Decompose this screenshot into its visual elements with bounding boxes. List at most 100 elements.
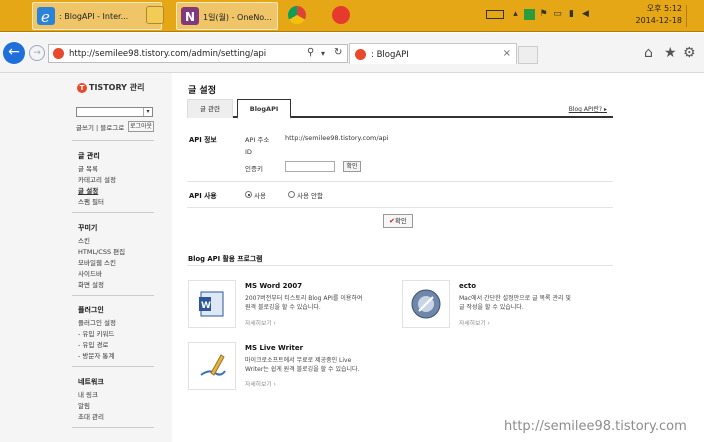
api-address-value: http://semilee98.tistory.com/api bbox=[285, 134, 389, 142]
network-icon[interactable]: ▮ bbox=[566, 9, 577, 20]
search-icon[interactable]: ⚲ bbox=[307, 47, 314, 58]
back-button[interactable]: ← bbox=[3, 42, 25, 64]
sidebar-item-sidebar[interactable]: 사이드바 bbox=[78, 268, 102, 278]
forward-button[interactable]: → bbox=[29, 45, 45, 61]
blog-api-help-link[interactable]: Blog API란? ▸ bbox=[569, 104, 607, 113]
app-tray-icon[interactable] bbox=[524, 9, 535, 20]
svg-text:N: N bbox=[185, 10, 195, 24]
api-use-off-radio[interactable] bbox=[288, 191, 295, 198]
program-more-link[interactable]: 자세히보기 › bbox=[459, 318, 490, 327]
confirm-button[interactable]: ✔확인 bbox=[383, 214, 413, 228]
sidebar-item-referrers[interactable]: - 유입 경로 bbox=[78, 339, 108, 349]
confirm-label: 확인 bbox=[394, 217, 407, 225]
ms-word-icon[interactable]: W bbox=[188, 280, 236, 328]
main-content: 글 설정 글 관련 BlogAPI Blog API란? ▸ API 정보 AP… bbox=[172, 73, 704, 442]
sidebar-item-html-css[interactable]: HTML/CSS 편집 bbox=[78, 246, 125, 256]
dropdown-icon[interactable]: ▾ bbox=[321, 49, 325, 58]
keyboard-icon[interactable] bbox=[486, 10, 504, 19]
taskbar-button-label: : BlogAPI - Inter... bbox=[59, 12, 129, 21]
tab-blogapi[interactable]: BlogAPI bbox=[237, 99, 291, 119]
sidebar-item-invites[interactable]: 초대 관리 bbox=[78, 411, 104, 421]
taskbar-button-explorer[interactable] bbox=[142, 2, 172, 30]
sidebar-item-visitor-stats[interactable]: - 방문자 통계 bbox=[78, 350, 114, 360]
file-explorer-icon bbox=[146, 6, 164, 24]
address-bar[interactable]: http://semilee98.tistory.com/admin/setti… bbox=[48, 44, 348, 63]
taskbar-button-camera[interactable] bbox=[328, 2, 356, 30]
sidebar-item-category[interactable]: 카테고리 설정 bbox=[78, 174, 116, 184]
sidebar-divider bbox=[72, 366, 154, 367]
sidebar-item-my-links[interactable]: 내 링크 bbox=[78, 389, 98, 399]
watermark-text: http://semilee98.tistory.com bbox=[504, 419, 687, 434]
tray-arrow-icon[interactable]: ▴ bbox=[510, 9, 521, 20]
sidebar-item-skin[interactable]: 스킨 bbox=[78, 235, 90, 245]
api-use-on-radio[interactable] bbox=[245, 191, 252, 198]
program-description: Mac에서 간단한 설정만으로 글 목록 관리 및 bbox=[459, 295, 571, 302]
api-use-off-label[interactable]: 사용 안함 bbox=[297, 190, 323, 200]
volume-icon[interactable]: ◀ bbox=[580, 9, 591, 20]
program-description: 2007버전부터 티스토리 Blog API를 이용하여 bbox=[245, 295, 363, 302]
api-use-label: API 사용 bbox=[189, 192, 217, 200]
blog-select[interactable]: ▾ bbox=[76, 107, 153, 117]
ecto-icon[interactable] bbox=[402, 280, 450, 328]
sidebar-item-screen[interactable]: 화면 설정 bbox=[78, 279, 104, 289]
close-tab-icon[interactable]: × bbox=[503, 48, 511, 59]
sidebar-section-title: 플러그인 bbox=[78, 306, 104, 314]
sidebar-item-post-settings[interactable]: 글 설정 bbox=[78, 185, 98, 195]
clock[interactable]: 오후 5:12 2014-12-18 bbox=[636, 3, 683, 27]
browser-tab[interactable]: : BlogAPI × bbox=[349, 43, 517, 64]
tab-post-related[interactable]: 글 관련 bbox=[187, 99, 233, 118]
home-icon[interactable]: ⌂ bbox=[644, 45, 653, 61]
sidebar-item-plugin-settings[interactable]: 플러그인 설정 bbox=[78, 317, 116, 327]
svg-text:e: e bbox=[41, 8, 50, 25]
live-writer-icon[interactable] bbox=[188, 342, 236, 390]
program-description: 글 작성을 할 수 있습니다. bbox=[459, 304, 524, 311]
sidebar-item-spam-filter[interactable]: 스팸 필터 bbox=[78, 196, 104, 206]
sidebar-section-title: 꾸미기 bbox=[78, 224, 98, 232]
api-address-label: API 주소 bbox=[245, 136, 270, 144]
tistory-logo[interactable]: T TISTORY 관리 bbox=[77, 82, 144, 93]
auth-key-confirm-button[interactable]: 확인 bbox=[343, 161, 361, 172]
flag-icon[interactable]: ⚑ bbox=[538, 9, 549, 20]
settings-tabs: 글 관련 BlogAPI Blog API란? ▸ bbox=[187, 98, 613, 119]
api-use-on-label[interactable]: 사용 bbox=[254, 190, 266, 200]
admin-sidebar: T TISTORY 관리 ▾ 글쓰기 | 블로그로 로그아웃 글 관리 글 목록 … bbox=[0, 73, 172, 442]
clock-date: 2014-12-18 bbox=[635, 16, 683, 25]
taskbar-button-onenote[interactable]: N 1일(월) - OneNo... bbox=[176, 2, 278, 30]
page-title: 글 설정 bbox=[188, 86, 216, 96]
taskbar: e : BlogAPI - Inter... N 1일(월) - OneNo..… bbox=[0, 0, 704, 32]
sidebar-item-notifications[interactable]: 알림 bbox=[78, 400, 90, 410]
program-description: 마이크로소프트에서 무료로 제공중인 Live bbox=[245, 357, 352, 364]
program-title: MS Word 2007 bbox=[245, 282, 303, 290]
sidebar-section-title: 네트워크 bbox=[78, 378, 104, 386]
program-title: ecto bbox=[459, 282, 477, 290]
refresh-icon[interactable]: ↻ bbox=[334, 47, 342, 58]
tab-favicon-icon bbox=[355, 49, 366, 60]
program-more-link[interactable]: 자세히보기 › bbox=[245, 318, 276, 327]
onenote-icon: N bbox=[181, 7, 199, 25]
favorites-star-icon[interactable]: ★ bbox=[664, 45, 677, 61]
sidebar-item-mobile-skin[interactable]: 모바일웹 스킨 bbox=[78, 257, 116, 267]
chrome-icon bbox=[288, 6, 306, 24]
logo-text: TISTORY 관리 bbox=[89, 83, 145, 92]
logout-button[interactable]: 로그아웃 bbox=[128, 121, 154, 132]
tab-title: : BlogAPI bbox=[371, 50, 409, 60]
sidebar-item-post-list[interactable]: 글 목록 bbox=[78, 163, 98, 173]
write-blog-links[interactable]: 글쓰기 | 블로그로 bbox=[76, 122, 124, 132]
site-favicon-icon bbox=[53, 48, 64, 59]
chevron-down-icon: ▾ bbox=[143, 108, 152, 116]
taskbar-button-chrome[interactable] bbox=[284, 2, 312, 30]
new-tab-button[interactable] bbox=[518, 46, 538, 64]
clock-time: 오후 5:12 bbox=[646, 4, 682, 13]
divider bbox=[187, 265, 613, 266]
auth-key-input[interactable] bbox=[285, 161, 335, 172]
sidebar-item-keywords[interactable]: - 유입 키워드 bbox=[78, 328, 114, 338]
internet-explorer-icon: e bbox=[37, 7, 55, 26]
program-more-link[interactable]: 자세히보기 › bbox=[245, 379, 276, 388]
program-description: 원격 블로깅을 할 수 있습니다. bbox=[245, 304, 321, 311]
display-icon[interactable]: ▭ bbox=[552, 9, 563, 20]
show-desktop-button[interactable] bbox=[686, 5, 692, 27]
settings-gear-icon[interactable]: ⚙ bbox=[683, 45, 696, 61]
svg-text:W: W bbox=[201, 301, 211, 311]
forward-arrow-icon: → bbox=[33, 48, 41, 58]
auth-key-label: 인증키 bbox=[245, 165, 263, 173]
